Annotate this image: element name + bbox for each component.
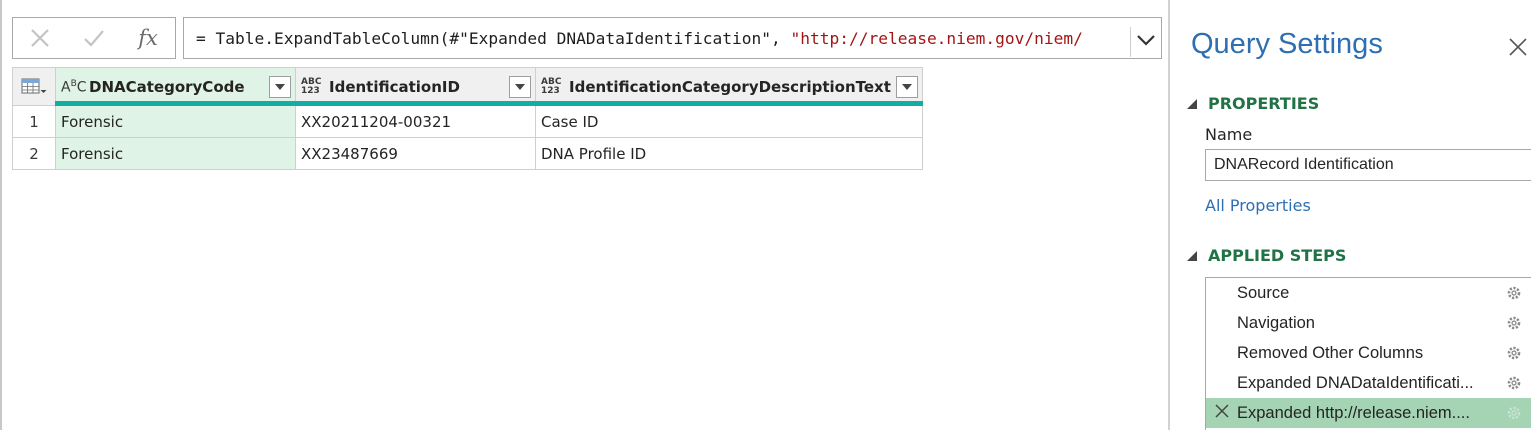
formula-bar[interactable]: = Table.ExpandTableColumn(#"Expanded DNA…: [183, 17, 1162, 59]
table-icon: [21, 78, 47, 93]
step-label: Navigation: [1237, 313, 1315, 332]
step-label: Removed Other Columns: [1237, 343, 1424, 362]
column-filter-button[interactable]: [896, 75, 918, 98]
step-settings-button[interactable]: [1497, 345, 1531, 361]
properties-heading: PROPERTIES: [1208, 94, 1320, 113]
column-header-dnacategorycode[interactable]: ABC DNACategoryCode: [55, 67, 296, 106]
gear-icon: [1507, 346, 1521, 360]
grid-header-row: ABC DNACategoryCode ABC 123 Identificatio…: [12, 67, 923, 106]
delete-step-button[interactable]: [1206, 403, 1237, 423]
column-quality-bar: [55, 101, 296, 106]
row-number[interactable]: 1: [12, 105, 56, 138]
applied-steps-section-toggle[interactable]: APPLIED STEPS: [1186, 246, 1346, 265]
table-row: 1 Forensic XX20211204-00321 Case ID: [12, 105, 923, 138]
query-editor: fx = Table.ExpandTableColumn(#"Expanded …: [0, 0, 1168, 430]
properties-section-toggle[interactable]: PROPERTIES: [1186, 94, 1319, 113]
applied-steps-list: Source Navigation Removed Other Columns …: [1205, 277, 1531, 430]
formula-code: = Table.ExpandTableColumn(#"Expanded DNA…: [196, 29, 791, 48]
collapse-triangle-icon: [1187, 250, 1197, 261]
table-cell[interactable]: Case ID: [535, 105, 923, 138]
step-expanded-release-niem[interactable]: Expanded http://release.niem....: [1206, 398, 1531, 428]
step-label: Expanded DNADataIdentificati...: [1237, 373, 1474, 392]
formula-divider: [1130, 27, 1131, 57]
column-quality-bar: [535, 101, 923, 106]
chevron-down-icon: [1137, 35, 1155, 46]
formula-string-literal: "http://release.niem.gov/niem/: [790, 29, 1083, 48]
step-settings-button[interactable]: [1497, 315, 1531, 331]
step-settings-button[interactable]: [1497, 405, 1531, 421]
cancel-formula-button[interactable]: [13, 18, 67, 58]
step-settings-button[interactable]: [1497, 285, 1531, 301]
formula-controls: fx: [12, 17, 176, 59]
collapse-triangle-icon: [1187, 98, 1197, 109]
table-row: 2 Forensic XX23487669 DNA Profile ID: [12, 137, 923, 170]
column-header-label: IdentificationCategoryDescriptionText: [569, 77, 891, 96]
column-quality-bar: [295, 101, 536, 106]
insert-function-button[interactable]: fx: [121, 18, 175, 58]
gear-icon: [1507, 286, 1521, 300]
column-header-label: DNACategoryCode: [89, 77, 245, 96]
filter-dropdown-icon: [515, 83, 525, 90]
text-type-icon[interactable]: ABC: [61, 80, 89, 95]
pane-title: Query Settings: [1191, 28, 1383, 60]
cancel-icon: [31, 29, 49, 47]
delete-step-icon: [1214, 403, 1229, 418]
gear-icon: [1507, 376, 1521, 390]
column-header-label: IdentificationID: [329, 77, 460, 96]
row-number[interactable]: 2: [12, 137, 56, 170]
step-expanded-dnadataidentification[interactable]: Expanded DNADataIdentificati...: [1206, 368, 1531, 398]
query-name-input[interactable]: [1205, 149, 1531, 181]
commit-icon: [84, 30, 104, 47]
filter-dropdown-icon: [902, 83, 912, 90]
expand-formula-button[interactable]: [1136, 32, 1156, 51]
any-type-icon[interactable]: ABC 123: [301, 77, 329, 96]
any-type-icon[interactable]: ABC 123: [541, 77, 569, 96]
applied-steps-heading: APPLIED STEPS: [1208, 246, 1347, 265]
step-settings-button[interactable]: [1497, 375, 1531, 391]
table-cell[interactable]: Forensic: [55, 105, 296, 138]
column-filter-button[interactable]: [269, 75, 291, 98]
gear-icon: [1507, 406, 1521, 420]
filter-dropdown-icon: [275, 83, 285, 90]
table-cell[interactable]: Forensic: [55, 137, 296, 170]
data-preview-grid: ABC DNACategoryCode ABC 123 Identificatio…: [12, 67, 923, 170]
step-removed-other-columns[interactable]: Removed Other Columns: [1206, 338, 1531, 368]
column-header-identificationcategorydescriptiontext[interactable]: ABC 123 IdentificationCategoryDescription…: [535, 67, 923, 106]
step-label: Source: [1237, 283, 1290, 302]
all-properties-link[interactable]: All Properties: [1205, 196, 1311, 215]
step-label: Expanded http://release.niem....: [1237, 403, 1470, 422]
table-cell[interactable]: XX23487669: [295, 137, 536, 170]
table-cell[interactable]: XX20211204-00321: [295, 105, 536, 138]
table-cell[interactable]: DNA Profile ID: [535, 137, 923, 170]
gear-icon: [1507, 316, 1521, 330]
name-label: Name: [1205, 125, 1253, 144]
column-header-identificationid[interactable]: ABC 123 IdentificationID: [295, 67, 536, 106]
table-menu-button[interactable]: [12, 67, 56, 106]
step-source[interactable]: Source: [1206, 278, 1531, 308]
column-filter-button[interactable]: [509, 75, 531, 98]
close-icon: [1509, 38, 1527, 56]
close-pane-button[interactable]: [1509, 38, 1527, 60]
query-settings-pane: Query Settings PROPERTIES Name All Prope…: [1168, 0, 1531, 430]
fx-icon: fx: [138, 26, 158, 50]
step-navigation[interactable]: Navigation: [1206, 308, 1531, 338]
formula-text[interactable]: = Table.ExpandTableColumn(#"Expanded DNA…: [196, 29, 1083, 48]
commit-formula-button[interactable]: [67, 18, 121, 58]
